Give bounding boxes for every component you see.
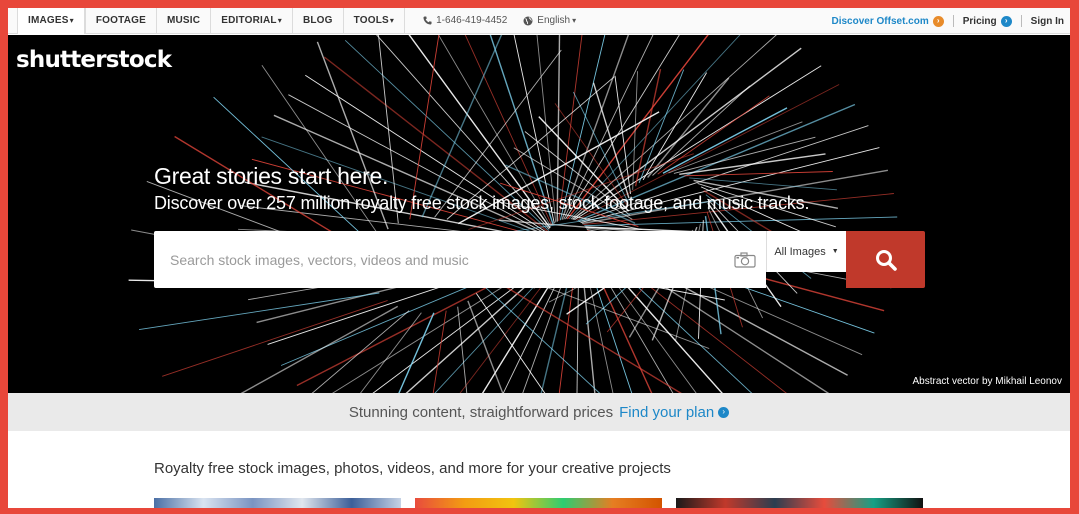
- image-credit[interactable]: Abstract vector by Mikhail Leonov: [912, 376, 1062, 387]
- section-tagline: Royalty free stock images, photos, video…: [154, 460, 671, 477]
- hero-streak: [652, 85, 751, 176]
- globe-icon: [523, 16, 533, 25]
- phone-link[interactable]: 1-646-419-4452: [423, 15, 507, 26]
- sign-in-link[interactable]: Sign In: [1031, 16, 1064, 27]
- thumbnail-image[interactable]: [676, 498, 923, 508]
- caret-down-icon: ▼: [831, 248, 839, 255]
- offset-link[interactable]: Discover Offset.com ›: [831, 15, 944, 27]
- tab-images[interactable]: IMAGES ▾: [17, 8, 85, 34]
- hero-streak: [311, 310, 410, 393]
- featured-thumbnails: [154, 498, 925, 508]
- pricing-promo-band: Stunning content, straightforward prices…: [8, 393, 1070, 431]
- search-input[interactable]: [170, 251, 728, 268]
- search-field-container: [154, 231, 766, 288]
- chevron-down-icon: ▾: [69, 16, 74, 25]
- camera-icon[interactable]: [728, 251, 762, 268]
- nav-divider: [952, 15, 954, 27]
- tab-music-label: MUSIC: [166, 15, 201, 26]
- tab-tools[interactable]: TOOLS ▾: [342, 8, 406, 34]
- arrow-right-icon: ›: [718, 406, 730, 418]
- hero-subline: Discover over 257 million royalty free s…: [154, 193, 810, 213]
- search-icon: [875, 249, 897, 271]
- tab-editorial-label: EDITORIAL: [221, 15, 277, 26]
- shutterstock-logo[interactable]: shutterstock: [16, 47, 172, 73]
- hero-background-art: [128, 35, 898, 393]
- offset-link-label: Discover Offset.com: [831, 15, 929, 27]
- tab-footage-label: FOOTAGE: [95, 15, 146, 26]
- hero-headline: Great stories start here.: [154, 163, 389, 189]
- language-selector[interactable]: English ▾: [523, 15, 576, 26]
- search-bar: All Images ▼: [154, 231, 925, 288]
- nav-divider: [1020, 15, 1022, 27]
- tab-music[interactable]: MUSIC: [155, 8, 210, 34]
- chevron-down-icon: ▾: [277, 16, 282, 25]
- hero-streak: [657, 95, 770, 175]
- pricing-link[interactable]: Pricing ›: [962, 15, 1012, 27]
- hero-streak: [486, 274, 682, 393]
- find-plan-label: Find your plan: [619, 403, 715, 421]
- hero-streak: [162, 300, 388, 377]
- tab-tools-label: TOOLS: [353, 15, 389, 26]
- thumbnail-image[interactable]: [154, 498, 401, 508]
- promo-text: Stunning content, straightforward prices: [348, 403, 614, 421]
- language-label: English: [537, 15, 571, 26]
- account-nav: Discover Offset.com › Pricing › Sign In: [831, 8, 1064, 34]
- hero-banner: shutterstock Great stories start here. D…: [8, 35, 1070, 393]
- find-plan-link[interactable]: Find your plan ›: [619, 403, 730, 421]
- image-type-dropdown[interactable]: All Images ▼: [766, 231, 846, 272]
- arrow-right-icon: ›: [932, 15, 944, 27]
- tab-blog[interactable]: BLOG: [291, 8, 343, 34]
- chevron-down-icon: ▾: [389, 16, 395, 25]
- tab-editorial[interactable]: EDITORIAL ▾: [210, 8, 292, 34]
- hero-streak: [684, 171, 833, 177]
- phone-number: 1-646-419-4452: [436, 15, 508, 26]
- tab-blog-label: BLOG: [302, 15, 333, 26]
- arrow-right-icon: ›: [1000, 15, 1012, 27]
- thumbnail-image[interactable]: [415, 498, 662, 508]
- search-button[interactable]: [846, 231, 925, 288]
- hero-streak: [679, 153, 826, 175]
- phone-icon: [423, 16, 432, 25]
- hero-streak: [139, 292, 380, 331]
- hero-streak: [668, 121, 803, 174]
- tab-images-label: IMAGES: [28, 15, 69, 26]
- top-navigation: IMAGES ▾ FOOTAGE MUSIC EDITORIAL ▾ BLOG TO…: [8, 8, 1070, 34]
- pricing-label: Pricing: [962, 15, 997, 27]
- browser-viewport: IMAGES ▾ FOOTAGE MUSIC EDITORIAL ▾ BLOG TO…: [8, 8, 1070, 508]
- image-type-label: All Images: [774, 245, 826, 258]
- hero-streak: [673, 136, 816, 174]
- hero-streak: [554, 103, 629, 208]
- chevron-down-icon: ▾: [572, 16, 577, 25]
- tab-footage[interactable]: FOOTAGE: [84, 8, 156, 34]
